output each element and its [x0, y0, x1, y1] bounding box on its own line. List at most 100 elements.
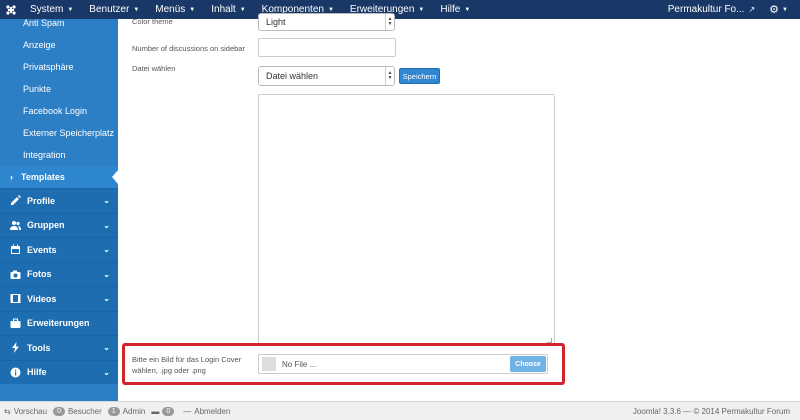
sidebar-section-fotos[interactable]: Fotos ⌄ [0, 261, 118, 286]
chevron-down-icon: ⌄ [103, 294, 110, 304]
sidebar-item-templates[interactable]: › Templates [0, 166, 118, 188]
sidebar: Anti Spam Anzeige Privatsphäre Punkte Facebo… [0, 19, 118, 401]
messages-status[interactable]: ▬ 0 [151, 406, 177, 416]
sidebar-section-hilfe[interactable]: Hilfe ⌄ [0, 359, 118, 384]
menu-hilfe[interactable]: Hilfe ▼ [432, 0, 478, 19]
login-cover-label: Bitte ein Bild für das Login Cover wähle… [132, 355, 242, 375]
film-icon [9, 293, 21, 305]
exchange-icon: ⇆ [4, 406, 11, 416]
messages-count: 0 [162, 406, 175, 416]
joomla-logo-icon[interactable] [0, 0, 22, 19]
users-icon [9, 219, 21, 231]
menu-label: Benutzer [89, 4, 130, 15]
menu-system[interactable]: System ▼ [22, 0, 81, 19]
calendar-icon [9, 244, 21, 256]
color-theme-select[interactable]: Light ▲ ▼ [258, 13, 395, 31]
sidebar-item-integration[interactable]: Integration [0, 144, 118, 166]
caret-down-icon: ▼ [327, 6, 334, 13]
template-editor-textarea[interactable] [258, 94, 555, 346]
bolt-icon [9, 342, 21, 354]
sidebar-section-label: Videos [27, 293, 57, 304]
comment-icon: ▬ [151, 406, 160, 416]
sidebar-item-facebook-login[interactable]: Facebook Login [0, 100, 118, 122]
sidebar-section-label: Erweiterungen [27, 318, 90, 329]
admin-count: 1 [107, 406, 120, 416]
sidebar-section-label: Fotos [27, 269, 52, 280]
chevron-down-icon: ⌄ [103, 343, 110, 353]
file-placeholder: No File ... [282, 359, 317, 369]
select-arrows-icon: ▲ ▼ [385, 14, 394, 30]
caret-down-icon: ▼ [67, 6, 74, 13]
chevron-down-icon: ⌄ [103, 245, 110, 255]
sidebar-section-label: Hilfe [27, 367, 47, 378]
menu-label: System [30, 4, 64, 15]
minus-icon: — [183, 406, 192, 416]
camera-icon [9, 268, 21, 280]
sidebar-section-label: Tools [27, 342, 51, 353]
select-arrows-icon: ▲ ▼ [385, 67, 394, 85]
login-cover-file-input[interactable]: No File ... Choose [258, 354, 548, 374]
file-select-value: Datei wählen [266, 71, 319, 81]
sidebar-item-anzeige[interactable]: Anzeige [0, 34, 118, 56]
admin-label: Admin [122, 406, 146, 416]
sidebar-item-label: Templates [21, 172, 65, 182]
sidebar-item-externer-speicherplatz[interactable]: Externer Speicherplatz [0, 122, 118, 144]
discussions-label: Number of discussions on sidebar [132, 44, 245, 53]
sidebar-section-gruppen[interactable]: Gruppen ⌄ [0, 212, 118, 237]
sidebar-section-label: Gruppen [27, 220, 65, 231]
sidebar-section-erweiterungen[interactable]: Erweiterungen [0, 310, 118, 335]
file-select[interactable]: Datei wählen ▲ ▼ [258, 66, 395, 86]
chevron-right-icon: › [10, 172, 13, 182]
sidebar-item-punkte[interactable]: Punkte [0, 78, 118, 100]
sidebar-item-privatsph-re[interactable]: Privatsphäre [0, 56, 118, 78]
sidebar-section-videos[interactable]: Videos ⌄ [0, 286, 118, 311]
preview-label: Vorschau [13, 406, 48, 416]
logout-link[interactable]: — Abmelden [183, 407, 230, 416]
sidebar-item-anti-spam[interactable]: Anti Spam [0, 19, 118, 34]
status-bar: ⇆ Vorschau 0 Besucher 1 Admin ▬ 0 — Abme… [0, 401, 800, 420]
chevron-down-icon: ⌄ [103, 196, 110, 206]
menu-inhalt[interactable]: Inhalt ▼ [203, 0, 253, 19]
logout-label: Abmelden [194, 406, 231, 416]
menu-label: Inhalt [211, 4, 236, 15]
main-menu: System ▼ Benutzer ▼ Menüs ▼ Inhalt ▼ Komponenten… [22, 0, 478, 19]
visitors-status: 0 Besucher [53, 406, 102, 416]
top-navbar: System ▼ Benutzer ▼ Menüs ▼ Inhalt ▼ Komponenten… [0, 0, 800, 19]
caret-down-icon: ▼ [133, 6, 140, 13]
caret-down-icon: ▼ [189, 6, 196, 13]
sidebar-section-label: Events [27, 244, 57, 255]
external-link-icon: ↗ [748, 5, 756, 14]
admin-status: 1 Admin [107, 406, 146, 416]
menu-label: Menüs [155, 4, 186, 15]
site-link[interactable]: Permakultur Fo... ↗ [662, 4, 761, 15]
sidebar-section-events[interactable]: Events ⌄ [0, 237, 118, 262]
file-thumbnail [262, 357, 276, 371]
color-theme-label: Color theme [132, 17, 173, 26]
discussions-input[interactable] [258, 38, 396, 57]
main-content: Color theme Light ▲ ▼ Number of discussio… [118, 13, 800, 401]
info-icon [9, 366, 21, 378]
caret-down-icon: ▼ [418, 6, 425, 13]
caret-down-icon: ▼ [782, 6, 788, 13]
gear-icon: ⚙ [769, 4, 780, 16]
color-theme-value: Light [266, 17, 286, 27]
preview-link[interactable]: ⇆ Vorschau [4, 407, 47, 416]
sidebar-section-tools[interactable]: Tools ⌄ [0, 335, 118, 360]
visitors-count: 0 [53, 406, 65, 416]
chevron-down-icon: ⌄ [103, 367, 110, 377]
site-name: Permakultur Fo... [667, 4, 745, 15]
save-button[interactable]: Speichern [399, 68, 440, 84]
sidebar-section-label: Profile [27, 195, 56, 206]
sidebar-section-profile[interactable]: Profile ⌄ [0, 188, 118, 213]
copyright: Joomla! 3.3.6 — © 2014 Permakultur Forum [632, 406, 790, 416]
edit-icon [9, 195, 21, 207]
settings-menu[interactable]: ⚙ ▼ [761, 3, 800, 16]
choose-button[interactable]: Choose [510, 356, 546, 372]
chevron-down-icon: ⌄ [103, 269, 110, 279]
briefcase-icon [9, 317, 21, 329]
menu-label: Hilfe [440, 4, 461, 15]
caret-down-icon: ▼ [239, 6, 246, 13]
chevron-down-icon: ⌄ [103, 220, 110, 230]
file-select-label: Datei wählen [132, 64, 176, 73]
caret-down-icon: ▼ [464, 6, 471, 13]
